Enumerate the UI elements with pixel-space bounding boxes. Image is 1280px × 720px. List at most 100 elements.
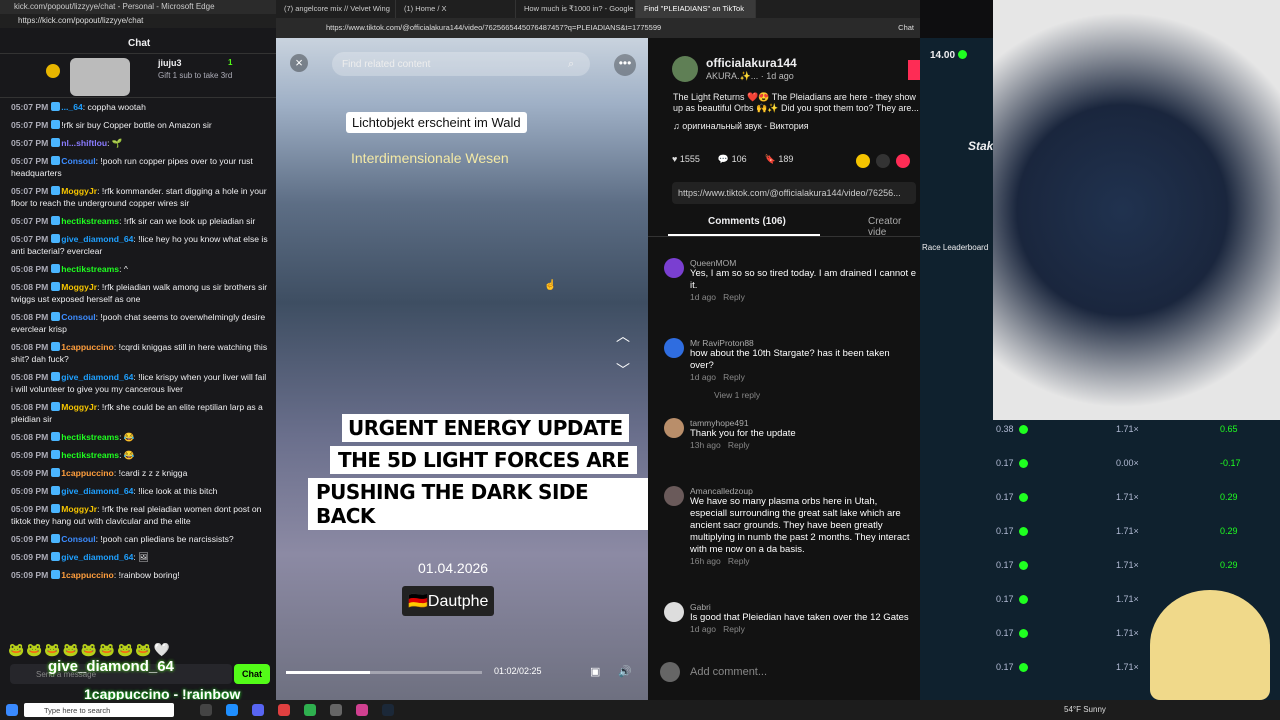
chat-message: 05:09 PM hectikstreams: 😂 xyxy=(0,446,276,464)
badge-icon xyxy=(51,234,61,243)
tab-x-home[interactable]: (1) Home / X xyxy=(396,0,516,18)
app2-icon[interactable] xyxy=(356,704,368,716)
chat-message: 05:07 PM ..._64: coppha wootah xyxy=(0,98,276,116)
badge-icon xyxy=(51,342,61,351)
spotify-icon[interactable] xyxy=(304,704,316,716)
my-avatar xyxy=(660,662,680,682)
msg-user[interactable]: hectikstreams xyxy=(61,432,119,442)
view-replies-button[interactable]: View 1 reply xyxy=(714,390,924,400)
steam-icon[interactable] xyxy=(382,704,394,716)
windows-start-icon[interactable] xyxy=(6,704,18,716)
coin-icon xyxy=(1019,425,1028,434)
msg-user[interactable]: 1cappuccino xyxy=(61,342,114,352)
author-name[interactable]: officialakura144 xyxy=(706,56,797,70)
tab-creator-videos[interactable]: Creator vide xyxy=(868,216,920,238)
msg-text: : !rfk the real pleiadian women dont pos… xyxy=(11,504,262,526)
reply-button[interactable]: Reply xyxy=(723,292,745,302)
obs-icon[interactable] xyxy=(330,704,342,716)
tab-comments[interactable]: Comments (106) xyxy=(708,216,786,227)
msg-user[interactable]: Consoul xyxy=(61,156,95,166)
chat-message: 05:08 PM MoggyJr: !rfk pleiadian walk amo… xyxy=(0,278,276,308)
task-view-icon[interactable] xyxy=(200,704,212,716)
commenter-name[interactable]: Gabri xyxy=(690,602,924,612)
coin-icon xyxy=(1019,663,1028,672)
discord-icon[interactable] xyxy=(252,704,264,716)
commenter-name[interactable]: QueenMOM xyxy=(690,258,924,268)
msg-user[interactable]: MoggyJr xyxy=(61,186,97,196)
search-icon[interactable]: ⌕ xyxy=(568,58,574,71)
commenter-name[interactable]: Mr RaviProton88 xyxy=(690,338,924,348)
save-button[interactable]: 🔖 189 xyxy=(765,154,794,165)
add-comment-input[interactable]: Add comment... xyxy=(690,666,767,678)
copilot-chat-button[interactable]: Chat xyxy=(898,23,914,32)
reply-button[interactable]: Reply xyxy=(723,624,745,634)
reply-button[interactable]: Reply xyxy=(723,372,745,382)
share-icon[interactable] xyxy=(896,154,910,168)
captions-icon[interactable]: ▣ xyxy=(590,665,600,678)
avatar[interactable] xyxy=(672,56,698,82)
msg-user[interactable]: give_diamond_64 xyxy=(61,372,133,382)
app-icon[interactable] xyxy=(278,704,290,716)
balance[interactable]: 14.00 xyxy=(930,50,968,61)
commenter-avatar[interactable] xyxy=(664,338,684,358)
send-chat-button[interactable]: Chat xyxy=(234,664,270,684)
msg-text: : !cqrdi kniggas still in here watching … xyxy=(11,342,268,364)
search-input[interactable]: Find related content xyxy=(332,52,590,76)
video-link[interactable]: https://www.tiktok.com/@officialakura144… xyxy=(672,182,916,204)
commenter-avatar[interactable] xyxy=(664,486,684,506)
taskbar-search-input[interactable]: Type here to search xyxy=(24,703,174,717)
sound-name[interactable]: ♫ оригинальный звук - Виктория xyxy=(673,121,809,131)
badge-icon xyxy=(51,468,61,477)
commenter-name[interactable]: tammyhope491 xyxy=(690,418,924,428)
close-icon[interactable]: × xyxy=(290,54,308,72)
msg-user[interactable]: hectikstreams xyxy=(61,216,119,226)
comment-button[interactable]: 💬 106 xyxy=(718,154,747,165)
like-button[interactable]: ♥ 1555 xyxy=(672,154,700,165)
address-bar[interactable]: https://kick.com/popout/lizzyye/chat xyxy=(0,14,276,28)
commenter-avatar[interactable] xyxy=(664,258,684,278)
previous-video-icon[interactable]: ︿ xyxy=(616,326,630,346)
bet-amount: 0.17 xyxy=(996,492,1014,502)
video-date: 01.04.2026 xyxy=(418,560,489,576)
coin-icon[interactable] xyxy=(856,154,870,168)
msg-user[interactable]: 1cappuccino xyxy=(61,570,114,580)
pinned-gift-banner[interactable]: jiuju3 1 Gift 1 sub to take 3rd xyxy=(0,54,276,98)
msg-user[interactable]: MoggyJr xyxy=(61,402,97,412)
msg-user[interactable]: give_diamond_64 xyxy=(61,552,133,562)
msg-user[interactable]: nl...shiftlou xyxy=(61,138,107,148)
commenter-avatar[interactable] xyxy=(664,602,684,622)
msg-user[interactable]: hectikstreams xyxy=(61,264,119,274)
volume-icon[interactable]: 🔊 xyxy=(618,665,632,678)
msg-user[interactable]: MoggyJr xyxy=(61,282,97,292)
more-icon[interactable]: ••• xyxy=(614,54,636,76)
msg-user[interactable]: 1cappuccino xyxy=(61,468,114,478)
msg-user[interactable]: Consoul xyxy=(61,312,95,322)
payout: 0.29 xyxy=(1220,526,1238,536)
coin-icon xyxy=(1019,629,1028,638)
msg-time: 05:07 PM xyxy=(11,138,49,148)
chat-message: 05:08 PM hectikstreams: ^ xyxy=(0,260,276,278)
tiktok-video[interactable]: × Find related content ⌕ ••• Lichtobjekt… xyxy=(276,38,648,700)
chat-message: 05:09 PM Consoul: !pooh can pliedians be … xyxy=(0,530,276,548)
next-video-icon[interactable]: ﹀ xyxy=(616,360,630,380)
commenter-name[interactable]: Amancalledzoup xyxy=(690,486,924,496)
msg-user[interactable]: give_diamond_64 xyxy=(61,486,133,496)
reply-button[interactable]: Reply xyxy=(728,440,750,450)
follow-button[interactable] xyxy=(908,60,920,80)
msg-user[interactable]: ..._64 xyxy=(61,102,83,112)
msg-user[interactable]: give_diamond_64 xyxy=(61,234,133,244)
msg-time: 05:09 PM xyxy=(11,468,49,478)
edge-icon[interactable] xyxy=(226,704,238,716)
embed-icon[interactable] xyxy=(876,154,890,168)
msg-user[interactable]: MoggyJr xyxy=(61,504,97,514)
msg-user[interactable]: hectikstreams xyxy=(61,450,119,460)
commenter-avatar[interactable] xyxy=(664,418,684,438)
tab-velvet[interactable]: (7) angelcore mix // Velvet Wing xyxy=(276,0,396,18)
race-leaderboard-link[interactable]: Race Leaderboard xyxy=(922,243,988,252)
url-bar[interactable]: https://www.tiktok.com/@officialakura144… xyxy=(276,18,920,38)
progress-track[interactable] xyxy=(286,671,482,674)
tab-google[interactable]: How much is ₹1000 in? - Google xyxy=(516,0,636,18)
reply-button[interactable]: Reply xyxy=(728,556,750,566)
msg-user[interactable]: Consoul xyxy=(61,534,95,544)
tab-tiktok[interactable]: Find "PLEIADIANS" on TikTok xyxy=(636,0,756,18)
